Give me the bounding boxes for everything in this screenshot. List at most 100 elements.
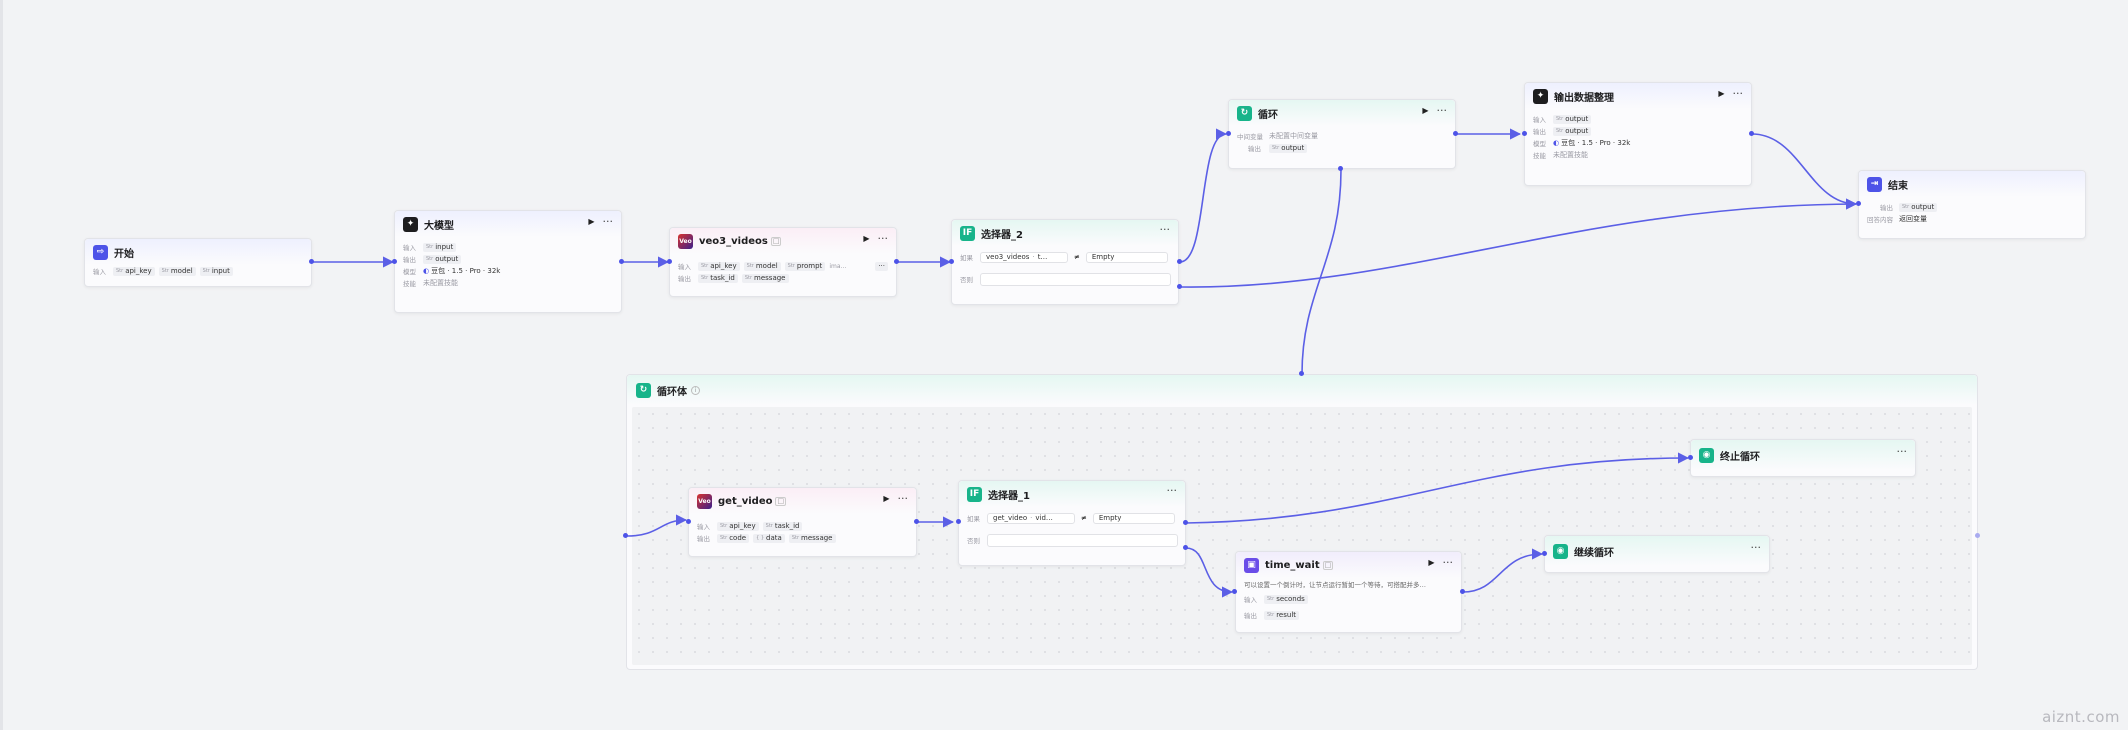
- port-arrange-out[interactable]: [1749, 131, 1754, 136]
- more-button[interactable]: ···: [1167, 485, 1178, 496]
- run-button[interactable]: ▶: [883, 494, 889, 503]
- loop-icon: ↻: [1237, 105, 1252, 121]
- output-row: 输出 Str code { } data Str message: [689, 532, 916, 544]
- run-button[interactable]: ▶: [1718, 89, 1724, 98]
- port-loop-in[interactable]: [1226, 131, 1231, 136]
- node-llm[interactable]: ✦ 大模型 ▶ ··· 输入 Str input 输出 Str output 模型 ◐ 豆包…: [394, 210, 622, 313]
- node-get-video[interactable]: Veo get_video □ ▶ ··· 输入 Str api_key Str t…: [688, 487, 917, 557]
- node-output-arrange[interactable]: ✦ 输出数据整理 ▶ ··· 输入 Str output 输出 Str output 模…: [1524, 82, 1752, 186]
- run-button[interactable]: ▶: [863, 234, 869, 243]
- doubao-icon: ◐: [1553, 139, 1560, 147]
- edge-selector2-end: [1179, 198, 1858, 288]
- plugin-tag-icon: □: [1322, 560, 1334, 570]
- node-title: 大模型: [424, 220, 454, 232]
- more-button[interactable]: ···: [878, 233, 889, 244]
- node-title: veo3_videos: [699, 235, 768, 247]
- port-selector2-if-out[interactable]: [1177, 259, 1182, 264]
- output-row: 输出 Str output: [395, 253, 621, 265]
- doubao-icon: ◐: [423, 267, 430, 275]
- veo-icon: Veo: [678, 233, 693, 249]
- node-end[interactable]: ⇥ 结束 输出 Str output 回答内容 返回变量: [1858, 170, 2086, 239]
- llm-icon: ✦: [1533, 88, 1548, 104]
- more-button[interactable]: ···: [1751, 542, 1762, 553]
- node-header: ◉ 终止循环 ···: [1691, 440, 1915, 470]
- run-button[interactable]: ▶: [1422, 106, 1428, 115]
- llm-icon: ✦: [403, 216, 418, 232]
- more-button[interactable]: ···: [1443, 557, 1454, 568]
- edge-loop-loopbody: [1301, 169, 1342, 375]
- port-loopbody-right[interactable]: [1975, 533, 1980, 538]
- node-selector-2[interactable]: IF 选择器_2 ··· 如果 veo3_videos · t… ≠ Empty 否…: [951, 219, 1179, 305]
- input-row: 输入 Str output: [1525, 113, 1751, 125]
- port-getvideo-in[interactable]: [686, 519, 691, 524]
- node-tools: ▶ ···: [883, 493, 909, 504]
- more-button[interactable]: ···: [1897, 446, 1908, 457]
- info-icon[interactable]: i: [691, 385, 700, 395]
- port-timewait-in[interactable]: [1232, 589, 1237, 594]
- node-tools: ···: [1160, 224, 1171, 235]
- more-inputs-button[interactable]: ···: [875, 261, 888, 271]
- node-stop-loop[interactable]: ◉ 终止循环 ···: [1690, 439, 1916, 477]
- port-loop-body[interactable]: [1338, 166, 1343, 171]
- loop-body-title: 循环体: [657, 386, 687, 398]
- node-title: 循环: [1258, 109, 1278, 121]
- port-llm-out[interactable]: [619, 259, 624, 264]
- port-veo3-in[interactable]: [667, 259, 672, 264]
- node-header: ▣ time_wait □ ▶ ···: [1236, 552, 1461, 578]
- node-header: ◉ 继续循环 ···: [1545, 536, 1769, 566]
- port-loopbody-top[interactable]: [1299, 371, 1304, 376]
- port-llm-in[interactable]: [392, 259, 397, 264]
- node-continue-loop[interactable]: ◉ 继续循环 ···: [1544, 535, 1770, 573]
- run-button[interactable]: ▶: [1428, 558, 1434, 567]
- port-arrange-in[interactable]: [1522, 131, 1527, 136]
- more-button[interactable]: ···: [603, 216, 614, 227]
- port-selector2-else-out[interactable]: [1177, 284, 1182, 289]
- run-button[interactable]: ▶: [588, 217, 594, 226]
- port-timewait-out[interactable]: [1460, 589, 1465, 594]
- input-row: 输入 Str api_key Str task_id: [689, 520, 916, 532]
- plugin-icon: ▣: [1244, 557, 1259, 573]
- more-button[interactable]: ···: [1160, 224, 1171, 235]
- node-tools: ▶ ···: [588, 216, 614, 227]
- node-tools: ▶ ···: [1428, 557, 1454, 568]
- node-selector-1[interactable]: IF 选择器_1 ··· 如果 get_video · vid… ≠ Empty 否…: [958, 480, 1186, 566]
- var-row: 中间变量 未配置中间变量: [1237, 132, 1318, 141]
- node-tools: ▶ ···: [1422, 105, 1448, 116]
- node-start[interactable]: ⇨ 开始 输入 Str api_key Str model Str input: [84, 238, 312, 287]
- node-header: ✦ 大模型 ▶ ···: [395, 211, 621, 237]
- node-title: get_video: [718, 495, 773, 507]
- if-icon: IF: [967, 486, 982, 502]
- port-selector2-in[interactable]: [949, 259, 954, 264]
- input-row: 输入 Str seconds: [1236, 593, 1461, 605]
- node-header: ⇥ 结束: [1859, 171, 2085, 197]
- workflow-canvas[interactable]: ⇨ 开始 输入 Str api_key Str model Str input ✦ 大…: [0, 0, 2128, 730]
- port-continueloop-in[interactable]: [1542, 551, 1547, 556]
- node-tools: ▶ ···: [863, 233, 889, 244]
- watermark: aiznt.com: [2042, 708, 2120, 726]
- node-veo3-videos[interactable]: Veo veo3_videos □ ▶ ··· 输入 Str api_key St…: [669, 227, 897, 297]
- node-title: 结束: [1888, 180, 1908, 192]
- more-button[interactable]: ···: [1733, 88, 1744, 99]
- port-getvideo-out[interactable]: [914, 519, 919, 524]
- port-selector1-in[interactable]: [956, 519, 961, 524]
- node-header: Veo veo3_videos □ ▶ ···: [670, 228, 896, 254]
- node-title: 开始: [114, 248, 134, 260]
- port-loop-out[interactable]: [1453, 131, 1458, 136]
- type-row: 回答内容 返回变量: [1867, 215, 1927, 224]
- input-pill: Str api_key: [113, 266, 155, 276]
- more-button[interactable]: ···: [1437, 105, 1448, 116]
- node-time-wait[interactable]: ▣ time_wait □ ▶ ··· 可以设置一个倒计时，让节点运行暂如一个等…: [1235, 551, 1462, 633]
- port-loopbody-left[interactable]: [623, 533, 628, 538]
- port-end-in[interactable]: [1856, 201, 1861, 206]
- output-row: 输出 Str output: [1859, 201, 2085, 213]
- port-selector1-if-out[interactable]: [1183, 520, 1188, 525]
- port-veo3-out[interactable]: [894, 259, 899, 264]
- port-stoploop-in[interactable]: [1688, 455, 1693, 460]
- loop-body-header: ↻ 循环体 i: [627, 375, 1977, 405]
- port-start-out[interactable]: [309, 259, 314, 264]
- input-pill: Str input: [199, 266, 233, 276]
- node-loop[interactable]: ↻ 循环 ▶ ··· 中间变量 未配置中间变量 输出 Str output: [1228, 99, 1456, 169]
- port-selector1-else-out[interactable]: [1183, 545, 1188, 550]
- node-title: time_wait: [1265, 559, 1320, 571]
- more-button[interactable]: ···: [898, 493, 909, 504]
